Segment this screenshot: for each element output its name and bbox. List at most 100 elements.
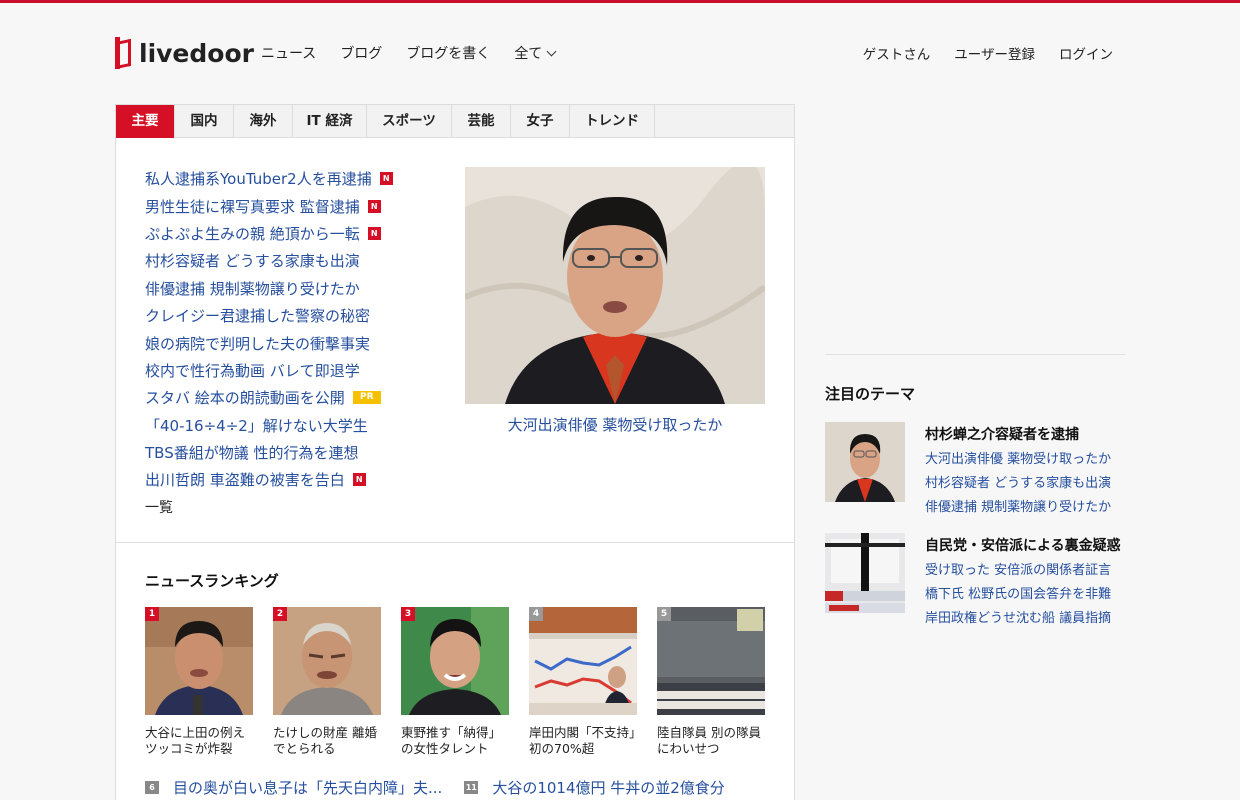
feature-photo[interactable] (465, 167, 765, 404)
theme-thumb[interactable] (825, 422, 905, 502)
feature-photo-illustration (465, 167, 765, 404)
headline-item[interactable]: 男性生徒に裸写真要求 監督逮捕 N (145, 192, 393, 219)
tab-it-economy[interactable]: IT 経済 (293, 105, 367, 138)
headline-text: クレイジー君逮捕した警察の秘密 (145, 307, 371, 326)
tab-trend[interactable]: トレンド (570, 105, 655, 138)
headline-text: 俳優逮捕 規制薬物譲り受けたか (145, 279, 360, 298)
headline-list: 私人逮捕系YouTuber2人を再逮捕 N 男性生徒に裸写真要求 監督逮捕 N ぷよぷよ… (145, 165, 393, 494)
ranking-photo-5 (657, 607, 765, 715)
user-nav: ゲストさん ユーザー登録 ログイン (839, 43, 1113, 63)
logo-text: livedoor (139, 38, 254, 68)
headline-text: 男性生徒に裸写真要求 監督逮捕 (145, 197, 360, 216)
theme-link[interactable]: 俳優逮捕 規制薬物譲り受けたか (925, 496, 1111, 520)
pr-badge: PR (352, 391, 381, 405)
ranking-headline[interactable]: 大谷に上田の例えツッコミが炸裂 (145, 725, 253, 757)
headline-text: ぷよぷよ生みの親 絶頂から一転 (145, 224, 360, 243)
sidebar-divider (825, 354, 1125, 355)
headline-text: 娘の病院で判明した夫の衝撃事実 (145, 334, 371, 353)
headline-item[interactable]: TBS番組が物議 性的行為を連想 (145, 439, 393, 466)
ranking-thumb[interactable]: 3 (401, 607, 509, 715)
ranking-card[interactable]: 5 陸自隊員 別の隊員にわいせつ (657, 607, 765, 757)
ranking-list-item[interactable]: 6 目の奥が白い息子は「先天白内障」夫... (145, 777, 442, 798)
tab-women[interactable]: 女子 (511, 105, 570, 138)
headline-item[interactable]: 娘の病院で判明した夫の衝撃事実 (145, 329, 393, 356)
theme-block: 自民党・安倍派による裏金疑惑 受け取った 安倍派の関係者証言 橋下氏 松野氏の国… (825, 533, 1125, 631)
headline-text: 村杉容疑者 どうする家康も出演 (145, 252, 360, 271)
livedoor-logo[interactable]: livedoor (115, 36, 254, 70)
ranking-card[interactable]: 1 大谷に上田の例えツッコミが炸裂 (145, 607, 253, 757)
tab-world[interactable]: 海外 (234, 105, 293, 138)
headline-item[interactable]: 村杉容疑者 どうする家康も出演 (145, 247, 393, 274)
ranking-photo-2 (273, 607, 381, 715)
rank-number: 4 (529, 607, 543, 621)
ranking-card[interactable]: 3 東野推す「納得」の女性タレント (401, 607, 509, 757)
tab-sports[interactable]: スポーツ (367, 105, 452, 138)
theme-photo-1 (825, 422, 905, 502)
ranking-thumb[interactable]: 1 (145, 607, 253, 715)
nav-blog[interactable]: ブログ (340, 43, 382, 63)
theme-photo-2 (825, 533, 905, 613)
ranking-headline[interactable]: 岸田内閣「不支持」初の70%超 (529, 725, 637, 757)
tab-entertainment[interactable]: 芸能 (452, 105, 511, 138)
tab-domestic[interactable]: 国内 (175, 105, 234, 138)
main-news-panel: 主要 国内 海外 IT 経済 スポーツ 芸能 女子 トレンド 私人逮捕系YouT… (115, 104, 795, 800)
theme-link[interactable]: 村杉容疑者 どうする家康も出演 (925, 472, 1111, 496)
headline-text: 「40-16÷4÷2」解けない大学生 (145, 416, 368, 435)
nav-news[interactable]: ニュース (261, 43, 316, 63)
headline-text: 出川哲朗 車盗難の被害を告白 (145, 471, 345, 490)
headline-item[interactable]: 私人逮捕系YouTuber2人を再逮捕 N (145, 165, 393, 192)
ranking-headline[interactable]: たけしの財産 離婚でとられる (273, 725, 381, 757)
ranking-cards: 1 大谷に上田の例えツッコミが炸裂 2 たけしの財産 離婚でとられる 3 東野推… (145, 607, 785, 757)
guest-link[interactable]: ゲストさん (863, 43, 931, 63)
ranking-card[interactable]: 4 岸田内閣「不支持」初の70%超 (529, 607, 637, 757)
theme-title[interactable]: 自民党・安倍派による裏金疑惑 (925, 535, 1121, 555)
headline-item[interactable]: スタバ 絵本の朗読動画を公開 PR (145, 384, 393, 411)
theme-block: 村杉蝉之介容疑者を逮捕 大河出演俳優 薬物受け取ったか 村杉容疑者 どうする家康… (825, 422, 1125, 520)
new-badge: N (367, 199, 381, 213)
headline-item[interactable]: 俳優逮捕 規制薬物譲り受けたか (145, 275, 393, 302)
ranking-thumb[interactable]: 4 (529, 607, 637, 715)
theme-link[interactable]: 橋下氏 松野氏の国会答弁を非難 (925, 583, 1121, 607)
ranking-headline[interactable]: 東野推す「納得」の女性タレント (401, 725, 509, 757)
nav-write-blog[interactable]: ブログを書く (406, 43, 490, 63)
ranking-photo-3 (401, 607, 509, 715)
headline-item[interactable]: ぷよぷよ生みの親 絶頂から一転 N (145, 220, 393, 247)
theme-thumb[interactable] (825, 533, 905, 613)
nav-all-dropdown[interactable]: 全て (514, 43, 557, 63)
feature-story[interactable]: 大河出演俳優 薬物受け取ったか (465, 167, 765, 435)
headline-text: 校内で性行為動画 バレて即退学 (145, 361, 360, 380)
rank-number: 11 (464, 781, 479, 794)
headline-item[interactable]: 校内で性行為動画 バレて即退学 (145, 357, 393, 384)
theme-link[interactable]: 大河出演俳優 薬物受け取ったか (925, 448, 1111, 472)
feature-caption[interactable]: 大河出演俳優 薬物受け取ったか (465, 414, 765, 435)
headline-item[interactable]: 出川哲朗 車盗難の被害を告白 N (145, 466, 393, 493)
headline-more-link[interactable]: 一覧 (145, 497, 173, 517)
headline-text: スタバ 絵本の朗読動画を公開 (145, 389, 345, 408)
category-tabs: 主要 国内 海外 IT 経済 スポーツ 芸能 女子 トレンド (116, 105, 794, 138)
new-badge: N (352, 473, 366, 487)
ranking-thumb[interactable]: 5 (657, 607, 765, 715)
login-link[interactable]: ログイン (1059, 43, 1113, 63)
headline-item[interactable]: 「40-16÷4÷2」解けない大学生 (145, 412, 393, 439)
rank-number: 6 (145, 781, 159, 794)
theme-link[interactable]: 岸田政権どうせ沈む船 議員指摘 (925, 607, 1121, 631)
ranking-list-headline: 目の奥が白い息子は「先天白内障」夫... (173, 779, 443, 797)
headline-text: TBS番組が物議 性的行為を連想 (145, 444, 359, 463)
new-badge: N (367, 226, 381, 240)
theme-title[interactable]: 村杉蝉之介容疑者を逮捕 (925, 424, 1111, 444)
theme-link[interactable]: 受け取った 安倍派の関係者証言 (925, 559, 1121, 583)
ranking-photo-1 (145, 607, 253, 715)
ranking-thumb[interactable]: 2 (273, 607, 381, 715)
ranking-headline[interactable]: 陸自隊員 別の隊員にわいせつ (657, 725, 765, 757)
sidebar-title: 注目のテーマ (825, 385, 916, 403)
register-link[interactable]: ユーザー登録 (954, 43, 1035, 63)
headline-text: 私人逮捕系YouTuber2人を再逮捕 (145, 170, 372, 189)
tab-top[interactable]: 主要 (116, 105, 175, 138)
new-badge: N (379, 172, 393, 186)
ranking-card[interactable]: 2 たけしの財産 離婚でとられる (273, 607, 381, 757)
chevron-down-icon (546, 46, 557, 57)
ranking-list-item[interactable]: 11 大谷の1014億円 牛丼の並2億食分 (464, 777, 725, 798)
headline-item[interactable]: クレイジー君逮捕した警察の秘密 (145, 302, 393, 329)
main-nav: ニュース ブログ ブログを書く 全て (261, 43, 579, 63)
section-divider (116, 542, 794, 543)
